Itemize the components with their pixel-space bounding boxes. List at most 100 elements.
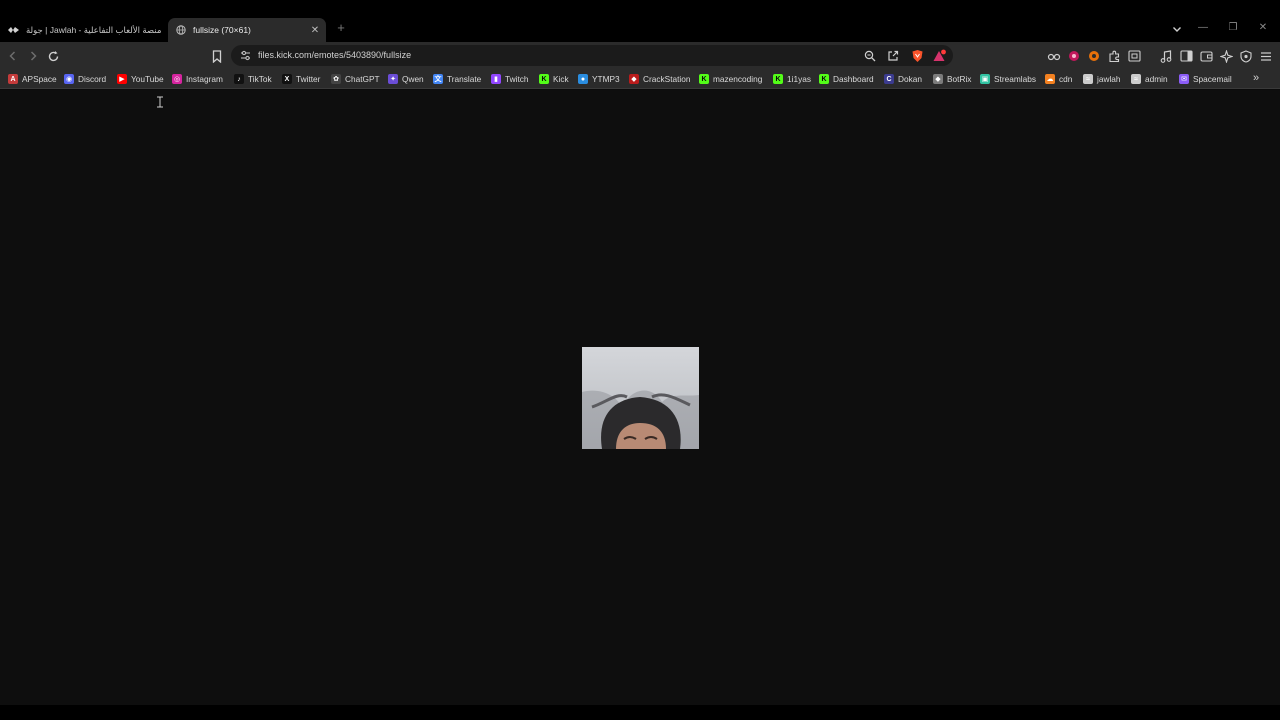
menu-icon[interactable] bbox=[1258, 48, 1274, 64]
bookmark-label: Dashboard bbox=[833, 74, 874, 84]
apspace-icon: A bbox=[8, 74, 18, 84]
bookmark-label: ChatGPT bbox=[345, 74, 380, 84]
bookmark-dokan[interactable]: C Dokan bbox=[884, 72, 922, 86]
url-text: files.kick.com/emotes/5403890/fullsize bbox=[258, 50, 412, 60]
bookmark-1i1yas[interactable]: K 1i1yas bbox=[773, 72, 811, 86]
bookmark-label: Twitch bbox=[505, 74, 529, 84]
window-close-icon[interactable]: ✕ bbox=[1255, 21, 1271, 35]
jawlah-favicon-icon bbox=[8, 25, 19, 36]
bookmark-jawlah[interactable]: ≈ jawlah bbox=[1083, 72, 1121, 86]
bookmark-ytmp3[interactable]: ● YTMP3 bbox=[578, 72, 620, 86]
bookmark-translate[interactable]: 文 Translate bbox=[433, 72, 481, 86]
music-note-icon[interactable] bbox=[1158, 48, 1174, 64]
browser-window: جولة | Jawlah - منصة الألعاب التفاعلية f… bbox=[0, 15, 1280, 705]
bookmark-qwen[interactable]: ✦ Qwen bbox=[388, 72, 424, 86]
bookmark-label: CrackStation bbox=[643, 74, 691, 84]
tab-capture-icon[interactable] bbox=[1126, 48, 1142, 64]
page-content bbox=[0, 90, 1280, 705]
tab-strip: جولة | Jawlah - منصة الألعاب التفاعلية f… bbox=[0, 15, 1280, 42]
chatgpt-icon: ✿ bbox=[331, 74, 341, 84]
translate-icon: 文 bbox=[433, 74, 443, 84]
bookmark-discord[interactable]: ◉ Discord bbox=[64, 72, 106, 86]
close-icon[interactable]: ✕ bbox=[307, 22, 323, 38]
qwen-icon: ✦ bbox=[388, 74, 398, 84]
bookmark-label: APSpace bbox=[22, 74, 57, 84]
bookmark-streamlabs[interactable]: ▣ Streamlabs bbox=[980, 72, 1036, 86]
bookmark-label: TikTok bbox=[248, 74, 272, 84]
address-bar[interactable]: files.kick.com/emotes/5403890/fullsize bbox=[231, 45, 953, 66]
bookmark-label: mazencoding bbox=[713, 74, 763, 84]
tab-jawlah[interactable]: جولة | Jawlah - منصة الألعاب التفاعلية bbox=[2, 18, 166, 42]
bookmark-twitch[interactable]: ▮ Twitch bbox=[491, 72, 529, 86]
wallet-icon[interactable] bbox=[1198, 48, 1214, 64]
reload-icon[interactable] bbox=[45, 48, 61, 64]
bookmark-label: admin bbox=[1145, 74, 1168, 84]
bookmark-kick[interactable]: K Kick bbox=[539, 72, 569, 86]
vpn-shield-icon[interactable] bbox=[1238, 48, 1254, 64]
bookmark-admin[interactable]: ≈ admin bbox=[1131, 72, 1168, 86]
twitch-icon: ▮ bbox=[491, 74, 501, 84]
botrix-icon: ◆ bbox=[933, 74, 943, 84]
discord-icon: ◉ bbox=[64, 74, 74, 84]
bookmark-label: 1i1yas bbox=[787, 74, 811, 84]
emote-image bbox=[582, 347, 699, 449]
tab-title: جولة | Jawlah - منصة الألعاب التفاعلية bbox=[26, 24, 162, 35]
forward-button[interactable] bbox=[25, 48, 41, 64]
tiktok-icon: ♪ bbox=[234, 74, 244, 84]
bookmarks-bar: A APSpace ◉ Discord ▶ YouTube ◎ Instagram ♪ TikTo… bbox=[0, 69, 1280, 89]
youtube-icon: ▶ bbox=[117, 74, 127, 84]
bookmark-chatgpt[interactable]: ✿ ChatGPT bbox=[331, 72, 380, 86]
bookmark-twitter[interactable]: X Twitter bbox=[282, 72, 320, 86]
site-info-icon[interactable] bbox=[239, 49, 252, 62]
bookmark-label: Twitter bbox=[296, 74, 321, 84]
bookmark-label: Spacemail bbox=[1193, 74, 1232, 84]
bookmark-mazencoding[interactable]: Kmazencoding bbox=[699, 72, 762, 86]
bookmark-botrix[interactable]: ◆ BotRix bbox=[933, 72, 971, 86]
bookmark-label: Kick bbox=[553, 74, 569, 84]
bookmark-dashboard[interactable]: K Dashboard bbox=[819, 72, 874, 86]
spacemail-icon: ✉ bbox=[1179, 74, 1189, 84]
leo-ai-icon[interactable] bbox=[1218, 48, 1234, 64]
x-icon: X bbox=[282, 74, 292, 84]
crackstation-icon: ◆ bbox=[629, 74, 639, 84]
brave-shields-icon[interactable] bbox=[909, 48, 925, 64]
bookmark-label: Instagram bbox=[186, 74, 223, 84]
kick-icon: K bbox=[539, 74, 549, 84]
bookmark-apspace[interactable]: A APSpace bbox=[8, 72, 57, 86]
bookmarks-overflow-chevron-icon[interactable]: » bbox=[1249, 72, 1263, 86]
bookmark-label: jawlah bbox=[1097, 74, 1121, 84]
bookmark-youtube[interactable]: ▶ YouTube bbox=[117, 72, 164, 86]
minimize-icon[interactable]: — bbox=[1195, 21, 1211, 35]
bookmark-spacemail[interactable]: ✉ Spacemail bbox=[1179, 72, 1232, 86]
ytmp3-icon: ● bbox=[578, 74, 588, 84]
instagram-icon: ◎ bbox=[172, 74, 182, 84]
restore-icon[interactable]: ❐ bbox=[1225, 21, 1241, 35]
extensions-puzzle-icon[interactable] bbox=[1106, 48, 1122, 64]
tab-search-chevron-icon[interactable] bbox=[1170, 22, 1184, 36]
bookmark-label: Qwen bbox=[402, 74, 424, 84]
bookmark-label: cdn bbox=[1059, 74, 1073, 84]
kick-icon: K bbox=[773, 74, 783, 84]
extension-pink-icon[interactable] bbox=[1066, 48, 1082, 64]
bookmark-crackstation[interactable]: ◆ CrackStation bbox=[629, 72, 691, 86]
new-tab-button[interactable]: + bbox=[334, 21, 348, 35]
extension-orange-icon[interactable] bbox=[1086, 48, 1102, 64]
extension-glasses-icon[interactable] bbox=[1046, 48, 1062, 64]
back-button[interactable] bbox=[5, 48, 21, 64]
text-cursor-icon bbox=[156, 95, 164, 108]
tab-title: fullsize (70×61) bbox=[193, 25, 251, 35]
zoom-icon[interactable] bbox=[862, 48, 878, 64]
bookmark-label: Discord bbox=[78, 74, 107, 84]
bookmark-icon[interactable] bbox=[209, 48, 225, 64]
bookmark-tiktok[interactable]: ♪ TikTok bbox=[234, 72, 272, 86]
bookmark-instagram[interactable]: ◎ Instagram bbox=[172, 72, 223, 86]
bookmark-label: Streamlabs bbox=[994, 74, 1036, 84]
brave-rewards-icon[interactable] bbox=[931, 48, 947, 64]
bookmark-label: YTMP3 bbox=[592, 74, 620, 84]
bookmark-label: Translate bbox=[447, 74, 482, 84]
sidebar-icon[interactable] bbox=[1178, 48, 1194, 64]
share-icon[interactable] bbox=[885, 48, 901, 64]
bookmark-cdn[interactable]: ☁ cdn bbox=[1045, 72, 1072, 86]
tab-fullsize[interactable]: fullsize (70×61) ✕ bbox=[168, 18, 326, 42]
bookmark-label: YouTube bbox=[131, 74, 164, 84]
